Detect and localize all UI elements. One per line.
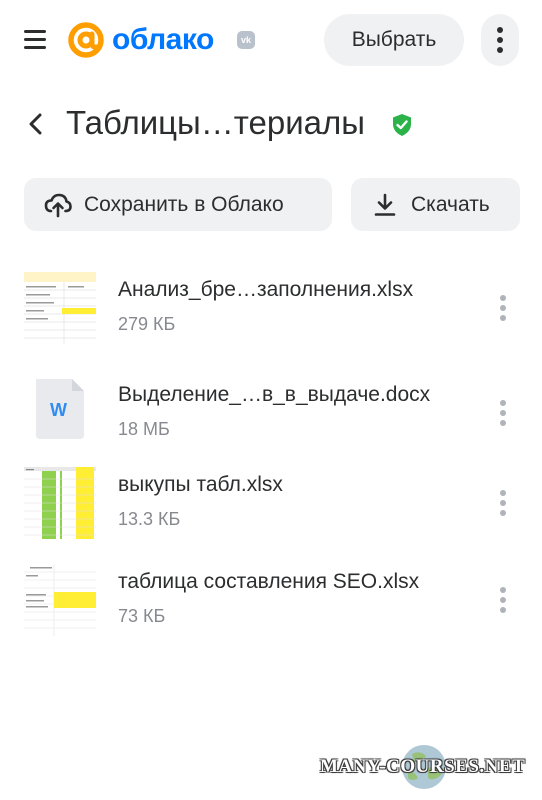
file-row[interactable]: выкупы табл.xlsx 13.3 КБ [0,467,542,551]
file-row[interactable]: W Выделение_…в_в_выдаче.docx 18 МБ [0,377,542,461]
download-icon [371,191,399,219]
more-vertical-icon [500,587,506,613]
file-row[interactable]: таблица составления SEO.xlsx 73 КБ [0,564,542,648]
word-doc-icon: W [50,400,67,420]
app-header: облако vk Выбрать [0,0,542,80]
file-row[interactable]: Анализ_бре…заполнения.xlsx 279 КБ [0,272,542,356]
file-size: 73 КБ [118,606,166,626]
file-name: выкупы табл.xlsx [118,473,283,496]
file-more-button[interactable] [488,483,518,523]
select-button[interactable]: Выбрать [324,14,464,66]
verified-shield-icon [393,114,411,136]
spreadsheet-thumbnail [24,272,96,344]
more-vertical-icon [500,490,506,516]
vk-icon: vk [237,31,255,49]
file-size: 279 КБ [118,314,176,334]
folder-title: Таблицы…териалы [66,104,365,141]
more-vertical-icon [500,400,506,426]
watermark-text: MANY-COURSES.NET [320,756,526,777]
file-size: 18 МБ [118,419,170,439]
file-more-button[interactable] [488,580,518,620]
spreadsheet-thumbnail [24,467,96,539]
document-thumbnail: W [24,377,96,449]
cloud-upload-icon [44,191,72,219]
file-more-button[interactable] [488,393,518,433]
more-options-button[interactable] [481,14,519,66]
folder-title-bar: Таблицы…териалы [0,100,542,148]
save-to-cloud-button[interactable]: Сохранить в Облако [24,178,332,231]
logo-text: облако [112,23,214,56]
file-size: 13.3 КБ [118,509,181,529]
more-vertical-icon [497,27,503,53]
at-sign-logo-icon [68,22,104,58]
menu-icon[interactable] [24,30,46,50]
download-button[interactable]: Скачать [351,178,520,231]
back-chevron-icon[interactable] [26,112,46,136]
spreadsheet-thumbnail [24,564,96,636]
file-name: Анализ_бре…заполнения.xlsx [118,278,414,301]
file-more-button[interactable] [488,288,518,328]
watermark: MANY-COURSES.NET [316,742,538,792]
save-to-cloud-label: Сохранить в Облако [84,192,284,216]
download-label: Скачать [411,192,490,216]
cloud-logo[interactable]: облако [66,20,214,60]
file-name: таблица составления SEO.xlsx [118,570,420,593]
file-name: Выделение_…в_в_выдаче.docx [118,383,431,406]
more-vertical-icon [500,295,506,321]
